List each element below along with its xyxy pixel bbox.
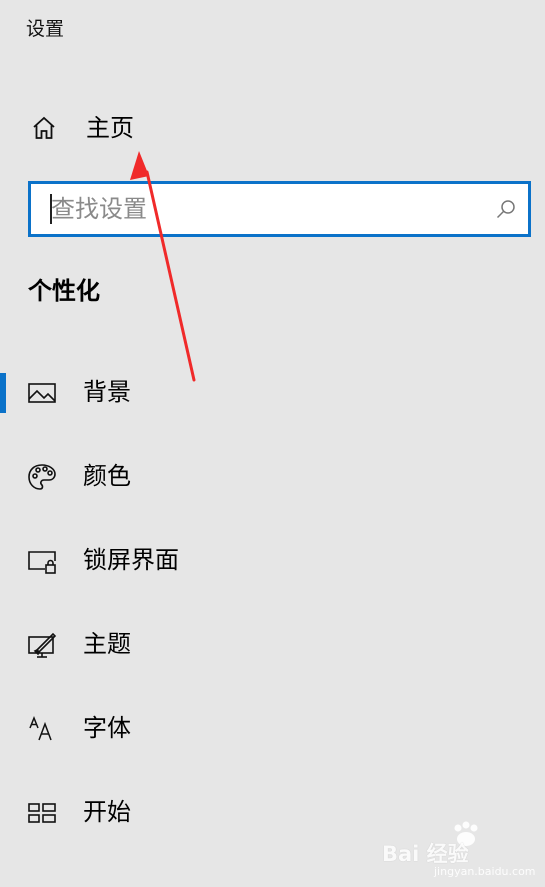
section-title: 个性化 [28,277,100,305]
search-box[interactable] [28,181,531,237]
theme-icon [28,632,57,658]
sidebar-item-fonts[interactable]: 字体 [0,699,545,759]
sidebar-item-lock-screen[interactable]: 锁屏界面 [0,531,545,591]
settings-window: 设置 主页 个性化 背景 颜色 [0,0,545,887]
sidebar-item-background[interactable]: 背景 [0,363,545,423]
watermark-subtext: jingyan.baidu.com [434,865,536,878]
home-icon [33,116,55,139]
image-icon [28,383,56,403]
app-title: 设置 [26,18,65,40]
sidebar-item-label: 开始 [83,798,131,826]
font-icon [29,715,52,741]
sidebar-item-themes[interactable]: 主题 [0,615,545,675]
watermark: Bai 经验 jingyan.baidu.com [382,818,542,884]
sidebar-item-label: 背景 [83,378,131,406]
lock-screen-icon [28,551,56,574]
home-label: 主页 [86,114,134,142]
sidebar-item-label: 字体 [83,714,131,742]
start-icon [28,803,56,823]
watermark-text: Bai 经验 [382,842,469,866]
sidebar-item-label: 锁屏界面 [83,546,179,574]
search-input[interactable] [51,192,481,226]
palette-icon [28,464,56,490]
active-indicator [0,373,6,413]
home-nav-item[interactable]: 主页 [0,104,545,152]
sidebar-item-label: 颜色 [83,462,131,490]
sidebar-item-label: 主题 [83,630,131,658]
sidebar-item-colors[interactable]: 颜色 [0,447,545,507]
search-icon[interactable] [494,198,518,222]
